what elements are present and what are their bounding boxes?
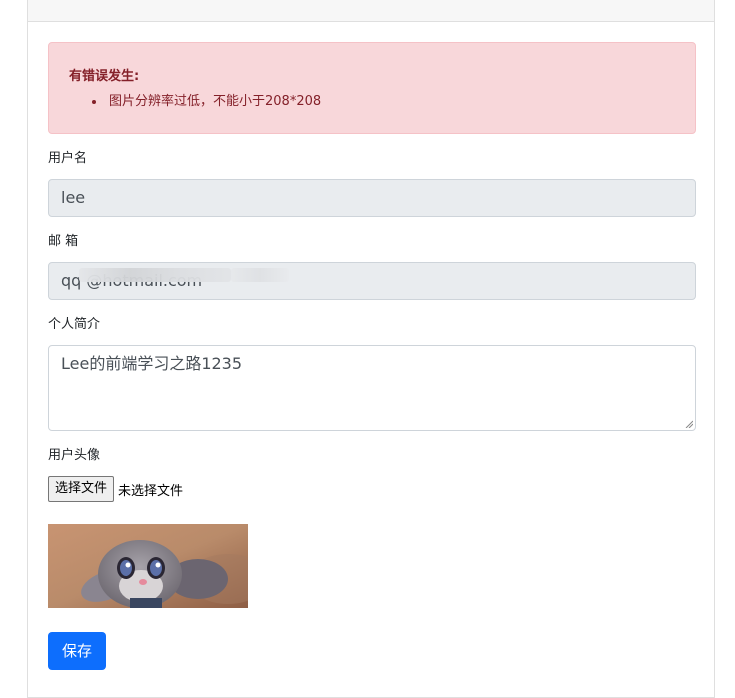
alert-title: 有错误发生: [69, 69, 140, 84]
choose-file-button[interactable]: 选择文件 [48, 476, 115, 502]
avatar-image [48, 524, 248, 608]
profile-card: 有错误发生: 图片分辨率过低，不能小于208*208 用户名 lee 邮 箱 q… [27, 0, 715, 698]
bio-textarea[interactable]: Lee的前端学习之路1235 [48, 345, 696, 431]
card-header [28, 0, 714, 22]
error-alert: 有错误发生: 图片分辨率过低，不能小于208*208 [48, 42, 696, 134]
save-button[interactable]: 保存 [48, 632, 106, 670]
email-field[interactable]: qq @hotmail.com [48, 262, 696, 300]
bio-value: Lee的前端学习之路1235 [61, 354, 243, 373]
resize-grip-icon[interactable] [685, 420, 693, 428]
error-item: 图片分辨率过低，不能小于208*208 [92, 94, 321, 110]
file-status: 未选择文件 [118, 483, 184, 499]
email-label: 邮 箱 [48, 234, 79, 249]
avatar-label: 用户头像 [48, 448, 101, 463]
bio-label: 个人简介 [48, 317, 101, 332]
username-field[interactable]: lee [48, 179, 696, 217]
username-label: 用户名 [48, 151, 88, 166]
email-redaction [79, 268, 231, 282]
email-redaction [231, 268, 289, 282]
error-list: 图片分辨率过低，不能小于208*208 [92, 94, 321, 110]
avatar-file-input[interactable]: 选择文件 未选择文件 [48, 476, 183, 502]
